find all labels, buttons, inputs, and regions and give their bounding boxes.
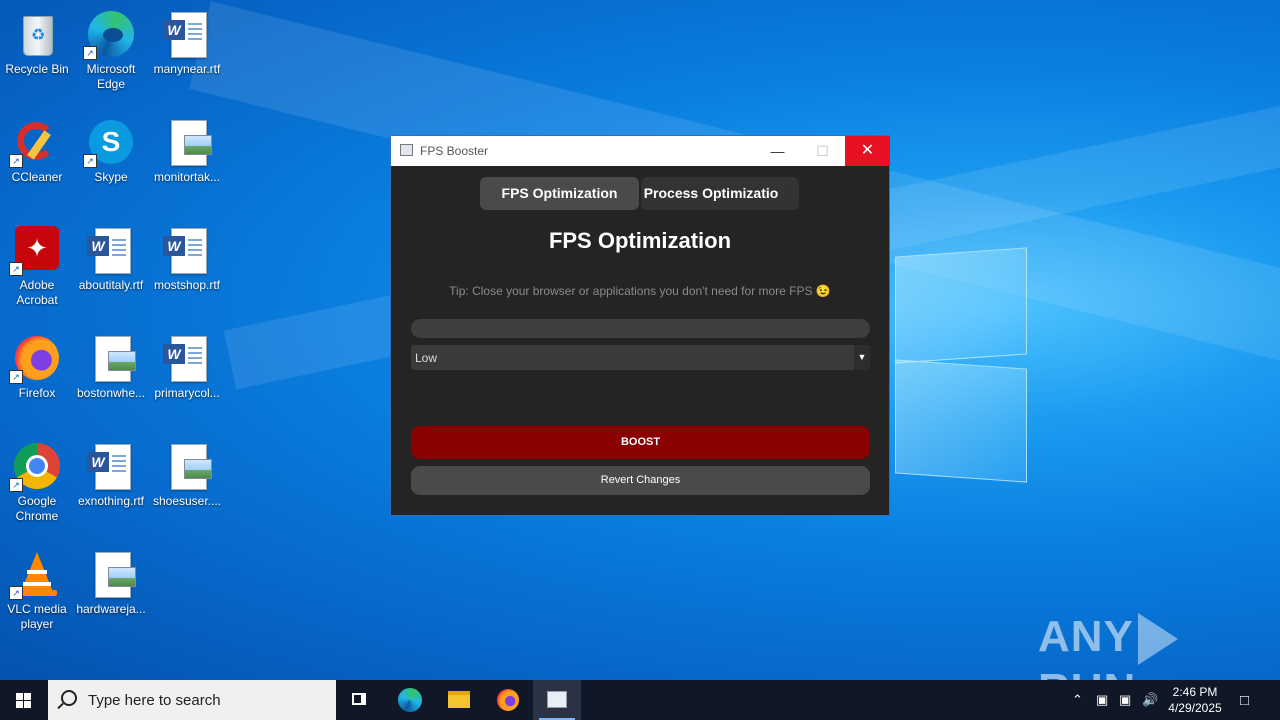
revert-changes-button[interactable]: Revert Changes xyxy=(411,466,870,495)
fps-booster-window: FPS Booster — ☐ ✕ FPS Optimization Proce… xyxy=(390,135,890,516)
window-title: FPS Booster xyxy=(420,144,489,158)
taskbar-fps-booster[interactable] xyxy=(533,680,581,720)
word-document-icon: W xyxy=(163,10,211,58)
desktop-icon-vlc-media-player[interactable]: ↗ VLC media player xyxy=(1,544,73,632)
volume-icon[interactable]: 🔊 xyxy=(1142,692,1158,708)
tab-label: FPS Optimization xyxy=(501,185,618,201)
vlc-icon: ↗ xyxy=(9,550,61,600)
app-window-icon xyxy=(547,691,567,708)
task-view-icon xyxy=(352,693,366,705)
word-document-icon: W xyxy=(87,442,135,490)
desktop-icon-shoesuser[interactable]: shoesuser.... xyxy=(151,436,223,509)
skype-icon: S ↗ xyxy=(83,118,135,168)
taskbar-edge[interactable] xyxy=(386,680,434,720)
taskbar-file-explorer[interactable] xyxy=(435,680,483,720)
taskbar-firefox[interactable] xyxy=(484,680,532,720)
image-file-icon xyxy=(163,442,212,490)
desktop-icon-exnothing-rtf[interactable]: W exnothing.rtf xyxy=(75,436,147,509)
desktop-icon-ccleaner[interactable]: ↗ CCleaner xyxy=(1,112,73,185)
minimize-button[interactable]: — xyxy=(755,136,800,166)
notifications-icon[interactable]: □ xyxy=(1240,692,1249,709)
progress-bar xyxy=(411,319,870,338)
desktop-icon-firefox[interactable]: ↗ Firefox xyxy=(1,328,73,401)
window-titlebar[interactable]: FPS Booster — ☐ ✕ xyxy=(391,136,890,166)
task-view-button[interactable] xyxy=(336,680,384,720)
maximize-button[interactable]: ☐ xyxy=(800,136,845,166)
edge-icon xyxy=(398,688,422,712)
desktop: ♻ Recycle Bin ↗ CCleaner ✦ ↗ Adobe Acrob… xyxy=(0,0,1280,680)
desktop-icon-microsoft-edge[interactable]: ↗ Microsoft Edge xyxy=(75,4,147,92)
firefox-icon: ↗ xyxy=(9,334,61,384)
taskbar-search[interactable]: Type here to search xyxy=(48,680,336,720)
desktop-icon-monitortak[interactable]: monitortak... xyxy=(151,112,223,185)
desktop-icon-manynear-rtf[interactable]: W manynear.rtf xyxy=(151,4,223,77)
desktop-icon-adobe-acrobat[interactable]: ✦ ↗ Adobe Acrobat xyxy=(1,220,73,308)
dropdown-value: Low xyxy=(415,351,438,365)
start-button[interactable] xyxy=(0,680,48,720)
recycle-bin-icon: ♻ xyxy=(13,10,61,58)
clock[interactable]: 2:46 PM 4/29/2025 xyxy=(1163,684,1227,716)
desktop-icon-google-chrome[interactable]: ↗ Google Chrome xyxy=(1,436,73,524)
word-document-icon: W xyxy=(163,226,211,274)
word-document-icon: W xyxy=(163,334,211,382)
optimization-level-dropdown[interactable]: Low ▼ xyxy=(411,345,870,370)
search-placeholder: Type here to search xyxy=(88,692,221,709)
firefox-icon xyxy=(497,689,519,711)
desktop-icon-hardwareja[interactable]: hardwareja... xyxy=(75,544,147,617)
chrome-icon: ↗ xyxy=(9,442,61,492)
taskbar: Type here to search ⌃ ▣ ▣ 🔊 2:46 PM 4/29… xyxy=(0,680,1280,720)
word-document-icon: W xyxy=(87,226,135,274)
close-button[interactable]: ✕ xyxy=(845,136,890,166)
acrobat-icon: ✦ ↗ xyxy=(9,226,61,276)
tab-label: Process Optimizatio xyxy=(643,185,779,201)
app-icon xyxy=(400,144,413,156)
windows-icon xyxy=(16,693,32,708)
clock-time: 2:46 PM xyxy=(1172,685,1218,699)
boost-button[interactable]: BOOST xyxy=(411,426,870,459)
network-icon[interactable]: ▣ xyxy=(1119,692,1131,708)
anyrun-watermark: ANYRUN xyxy=(1038,612,1280,680)
page-title: FPS Optimization xyxy=(548,228,732,253)
clock-date: 4/29/2025 xyxy=(1168,701,1222,715)
windows-logo-wallpaper xyxy=(895,240,1030,483)
tip-text: Tip: Close your browser or applications … xyxy=(449,284,831,298)
desktop-icon-primarycol[interactable]: W primarycol... xyxy=(151,328,223,401)
folder-icon xyxy=(448,691,470,708)
chevron-up-icon[interactable]: ⌃ xyxy=(1072,692,1083,708)
tab-fps-optimization[interactable]: FPS Optimization xyxy=(480,177,639,210)
tab-process-optimization[interactable]: Process Optimizatio xyxy=(641,177,799,210)
desktop-icon-skype[interactable]: S ↗ Skype xyxy=(75,112,147,185)
meet-now-icon[interactable]: ▣ xyxy=(1096,692,1108,708)
desktop-icon-bostonwhe[interactable]: bostonwhe... xyxy=(75,328,147,401)
desktop-icon-aboutitaly-rtf[interactable]: W aboutitaly.rtf xyxy=(75,220,147,293)
play-icon xyxy=(1137,613,1178,666)
chevron-down-icon[interactable]: ▼ xyxy=(854,345,870,370)
ccleaner-icon: ↗ xyxy=(9,118,61,168)
image-file-icon xyxy=(163,118,212,166)
desktop-icon-mostshop-rtf[interactable]: W mostshop.rtf xyxy=(151,220,223,293)
image-file-icon xyxy=(87,550,136,598)
edge-icon: ↗ xyxy=(83,10,135,60)
search-icon xyxy=(61,690,77,706)
image-file-icon xyxy=(87,334,136,382)
desktop-icon-recycle-bin[interactable]: ♻ Recycle Bin xyxy=(1,4,73,77)
